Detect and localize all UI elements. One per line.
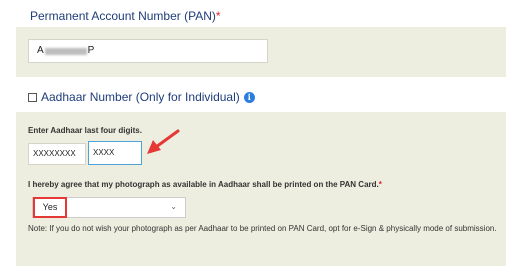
aadhaar-checkbox[interactable] (28, 92, 37, 102)
required-mark: * (215, 9, 221, 23)
pan-label-text: Permanent Account Number (PAN) (30, 9, 216, 23)
photo-consent-label: I hereby agree that my photograph as ava… (28, 180, 382, 189)
photo-consent-text: I hereby agree that my photograph as ava… (28, 180, 379, 189)
required-mark: * (378, 180, 382, 189)
pan-input[interactable]: AP (28, 39, 268, 63)
photo-consent-select[interactable]: Yes ⌄ (32, 197, 186, 218)
pan-label: Permanent Account Number (PAN)* (30, 9, 221, 23)
photo-consent-value: Yes (33, 197, 67, 218)
pan-value-suffix: P (87, 45, 95, 56)
pan-masked-region (44, 47, 87, 55)
info-icon[interactable]: i (243, 91, 255, 103)
aadhaar-option[interactable]: Aadhaar Number (Only for Individual) i (28, 90, 255, 104)
photo-note: Note: If you do not wish your photograph… (28, 224, 497, 233)
pan-value-prefix: A (37, 45, 44, 56)
aadhaar-first-digits-field[interactable]: XXXXXXXX (28, 143, 86, 165)
aadhaar-panel: Enter Aadhaar last four digits. XXXXXXXX… (16, 112, 506, 266)
chevron-down-icon[interactable]: ⌄ (170, 202, 177, 211)
pan-panel: AP (16, 27, 506, 77)
aadhaar-last-four-input[interactable]: XXXX (88, 141, 142, 165)
aadhaar-checkbox-label: Aadhaar Number (Only for Individual) (41, 90, 240, 104)
aadhaar-digits-label: Enter Aadhaar last four digits. (28, 126, 142, 135)
annotation-arrow (147, 129, 180, 154)
